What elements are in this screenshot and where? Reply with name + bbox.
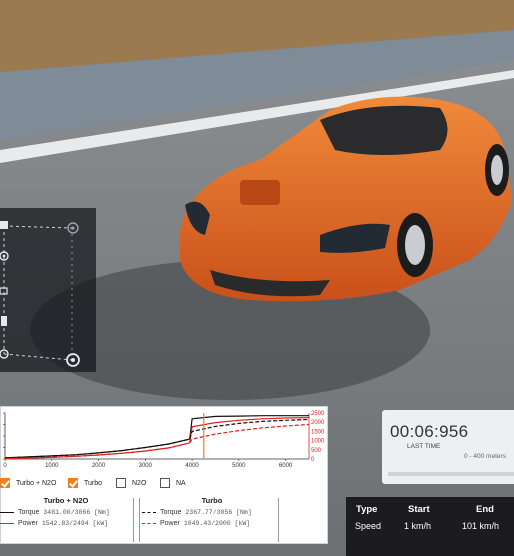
config-label: N2O — [132, 479, 147, 487]
table-header: End — [476, 504, 494, 515]
config-turbo-n2o[interactable]: Turbo + N2O — [0, 476, 56, 490]
right-tick-label: 2000 — [311, 420, 325, 426]
stat-label: Torque — [18, 509, 40, 516]
right-tick-label: 1500 — [311, 429, 325, 435]
stat-value: 2367.77/3056 [Nm] — [185, 509, 252, 516]
stat-label: Power — [160, 520, 180, 527]
speed-table: Type Start End Speed 1 km/h 101 km/h — [346, 497, 514, 556]
config-na-checkbox[interactable] — [160, 478, 170, 488]
series-line-power — [4, 423, 310, 460]
stat-value: 1542.83/2494 [kW] — [41, 520, 109, 527]
table-cell: 1 km/h — [404, 521, 432, 531]
config-n2o-checkbox[interactable] — [116, 478, 126, 488]
x-tick-label: 5000 — [232, 463, 246, 469]
timer-progress-bar — [388, 472, 514, 476]
stat-torque: Torque 3481.00/3866 [Nm] — [0, 509, 132, 516]
divider — [278, 498, 279, 542]
config-turbo-n2o-checkbox[interactable] — [0, 478, 10, 488]
stats-title: Turbo — [201, 496, 223, 505]
config-n2o[interactable]: N2O — [116, 476, 146, 490]
stat-power: Power 1049.43/2000 [kW] — [142, 520, 282, 527]
timer-value: 00:06:956 — [390, 422, 469, 441]
x-tick-label: 3000 — [139, 463, 153, 469]
x-tick-label: 4000 — [185, 463, 199, 469]
right-tick-label: 1000 — [311, 439, 325, 445]
x-tick-label: 1000 — [45, 463, 59, 469]
legend-line — [142, 523, 156, 524]
divider — [139, 498, 140, 542]
stat-value: 1049.43/2000 [kW] — [183, 520, 251, 527]
series-line-torque — [4, 415, 309, 459]
x-tick-label: 0 — [3, 463, 7, 469]
timer-range: 0 - 400 meters — [464, 453, 506, 460]
torque-power-chart: 0 1000 2000 3000 4000 5000 6000250020001500100… — [3, 411, 325, 469]
shaft-icon[interactable] — [1, 316, 7, 326]
config-na[interactable]: NA — [160, 476, 186, 490]
drag-timer-panel: 00:06:956 LAST TIME 0 - 400 meters — [382, 410, 514, 484]
legend-line — [142, 512, 156, 513]
config-label: NA — [176, 479, 186, 487]
table-header: Start — [408, 504, 430, 515]
timer-caption: LAST TIME — [407, 443, 441, 450]
stat-power: Power 1542.83/2494 [kW] — [0, 520, 132, 527]
stat-value: 3481.00/3866 [Nm] — [43, 509, 110, 516]
drivetrain-panel — [0, 208, 96, 372]
config-turbo[interactable]: Turbo — [68, 476, 102, 490]
stat-torque: Torque 2367.77/3056 [Nm] — [142, 509, 282, 516]
table-cell: Speed — [355, 521, 382, 531]
divider — [133, 498, 134, 542]
table-header: Type — [356, 504, 378, 515]
stats-turbo-n2o: Turbo + N2O Torque 3481.00/3866 [Nm] Pow… — [0, 496, 132, 527]
x-tick-label: 2000 — [92, 463, 106, 469]
stat-label: Power — [18, 520, 38, 527]
stat-label: Torque — [160, 509, 182, 516]
table-cell: 101 km/h — [462, 521, 500, 531]
config-label: Turbo — [84, 479, 103, 487]
wheel-icon[interactable] — [67, 222, 79, 234]
legend-line — [0, 512, 14, 513]
series-line-power — [4, 417, 310, 460]
right-tick-label: 2500 — [311, 411, 325, 417]
series-line-torque — [4, 418, 310, 459]
wheel-icon[interactable] — [66, 353, 80, 367]
x-tick-label: 6000 — [279, 463, 293, 469]
config-turbo-checkbox[interactable] — [68, 478, 78, 488]
right-tick-label: 500 — [311, 448, 322, 454]
config-label: Turbo + N2O — [16, 479, 57, 487]
right-tick-label: 0 — [311, 457, 315, 463]
engine-icon[interactable] — [0, 221, 8, 229]
stats-title: Turbo + N2O — [43, 496, 89, 505]
stats-turbo: Turbo Torque 2367.77/3056 [Nm] Power 104… — [142, 496, 282, 527]
legend-line — [0, 523, 14, 524]
